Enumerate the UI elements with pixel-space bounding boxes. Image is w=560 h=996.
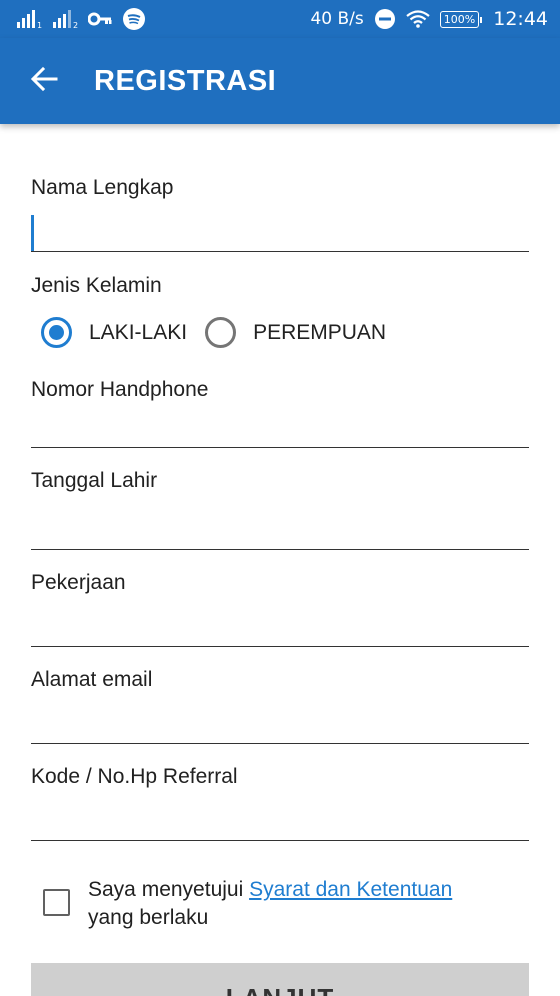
full-name-input[interactable] xyxy=(31,212,529,252)
occupation-input[interactable] xyxy=(31,607,529,647)
full-name-label: Nama Lengkap xyxy=(31,176,174,199)
vpn-key-icon xyxy=(88,11,112,27)
svg-text:2: 2 xyxy=(73,21,78,29)
radio-unchecked-icon xyxy=(205,317,237,348)
arrow-back-icon xyxy=(30,66,58,97)
referral-input[interactable] xyxy=(31,801,529,841)
page-title: REGISTRASI xyxy=(94,64,277,97)
terms-link[interactable]: Syarat dan Ketentuan xyxy=(249,878,452,901)
birth-date-input[interactable] xyxy=(31,510,529,550)
email-input[interactable] xyxy=(31,704,529,744)
phone-input[interactable] xyxy=(31,408,529,448)
text-cursor xyxy=(31,215,34,251)
agreement-row: Saya menyetujui Syarat dan Ketentuan yan… xyxy=(43,876,508,932)
app-bar: REGISTRASI xyxy=(0,38,560,124)
agreement-suffix: yang berlaku xyxy=(88,906,209,929)
phone-label: Nomor Handphone xyxy=(31,378,209,401)
wifi-icon xyxy=(406,10,430,28)
network-speed: 40 B/s xyxy=(310,9,364,29)
status-bar: 1 2 40 B/s 100% 12:44 xyxy=(0,0,560,38)
spotify-icon xyxy=(122,7,146,31)
referral-label: Kode / No.Hp Referral xyxy=(31,765,238,788)
radio-male[interactable]: LAKI-LAKI xyxy=(41,317,187,348)
occupation-label: Pekerjaan xyxy=(31,571,126,594)
gender-label: Jenis Kelamin xyxy=(31,274,162,297)
gender-radio-group: LAKI-LAKI PEREMPUAN xyxy=(41,317,386,348)
clock: 12:44 xyxy=(493,8,548,30)
battery-icon: 100% xyxy=(439,10,483,28)
agreement-checkbox[interactable] xyxy=(43,889,70,916)
agreement-prefix: Saya menyetujui xyxy=(88,878,250,901)
radio-male-label: LAKI-LAKI xyxy=(89,320,188,344)
back-button[interactable] xyxy=(14,51,74,111)
agreement-text: Saya menyetujui Syarat dan Ketentuan yan… xyxy=(88,876,508,932)
email-label: Alamat email xyxy=(31,668,153,691)
dnd-icon xyxy=(374,8,396,30)
radio-female-label: PEREMPUAN xyxy=(253,320,387,344)
signal-1-icon: 1 xyxy=(16,9,42,29)
radio-female[interactable]: PEREMPUAN xyxy=(205,317,386,348)
svg-text:1: 1 xyxy=(37,21,42,29)
signal-2-icon: 2 xyxy=(52,9,78,29)
continue-button[interactable]: LANJUT xyxy=(31,963,529,996)
radio-checked-icon xyxy=(41,317,72,348)
birth-date-label: Tanggal Lahir xyxy=(31,469,158,492)
